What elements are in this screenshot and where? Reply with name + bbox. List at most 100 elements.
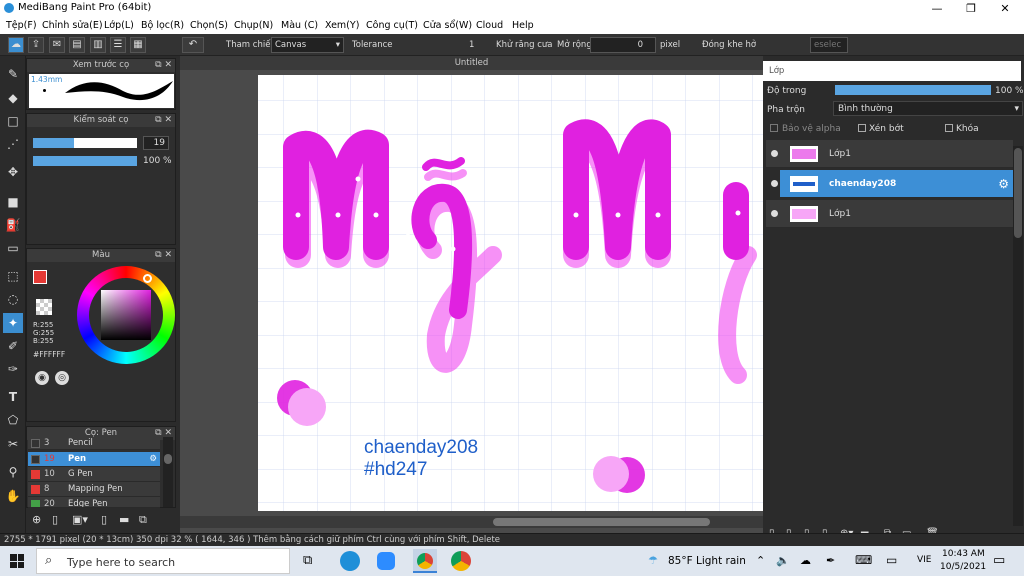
task-view-icon[interactable]: ⧉	[303, 553, 312, 568]
gear-icon[interactable]: ⚙	[149, 452, 157, 467]
add-brush-icon[interactable]: ⊕	[32, 513, 41, 526]
brush-list-scrollbar[interactable]	[163, 437, 173, 507]
menu-select[interactable]: Chọn(S)	[190, 20, 228, 31]
palette-icon[interactable]: ◉	[35, 371, 49, 385]
chevron-up-icon[interactable]: ⌃	[756, 554, 765, 567]
menu-help[interactable]: Help	[512, 20, 534, 31]
size-slider[interactable]	[33, 138, 137, 148]
share-icon[interactable]: ⇪	[28, 37, 44, 53]
search-box[interactable]: ⌕ Type here to search	[36, 548, 290, 574]
transparent-color-swatch[interactable]	[36, 299, 52, 315]
cloud-tray-icon[interactable]: ☁	[800, 554, 811, 567]
brush-item[interactable]: 20 Edge Pen	[28, 497, 160, 508]
eye-icon[interactable]	[771, 180, 778, 187]
fill-rect-tool-icon[interactable]: ■	[3, 192, 23, 212]
pen-tray-icon[interactable]: ✒	[826, 554, 835, 567]
menu-cloud[interactable]: Cloud	[476, 20, 503, 31]
copy-brush-icon[interactable]: ▣▾	[72, 513, 88, 526]
expand-input[interactable]: 0	[590, 37, 656, 53]
windows-start-icon[interactable]	[10, 554, 24, 568]
select-tool-icon[interactable]: ⬚	[3, 266, 23, 286]
layer-opacity-slider[interactable]	[835, 85, 991, 95]
grid-icon[interactable]: ▦	[130, 37, 146, 53]
size-value[interactable]: 19	[143, 136, 169, 150]
language-indicator[interactable]: VIE	[917, 555, 932, 565]
saturation-value-square[interactable]	[101, 290, 151, 340]
keyboard-icon[interactable]: ⌨	[855, 553, 872, 567]
brush-item[interactable]: 8 Mapping Pen	[28, 482, 160, 497]
operation-tool-icon[interactable]: ⬠	[3, 410, 23, 430]
brush-item-selected[interactable]: 19 Pen ⚙	[28, 452, 160, 467]
gear-icon[interactable]: ⚙	[998, 177, 1009, 191]
text-tool-icon[interactable]: T	[3, 387, 23, 407]
undo-icon[interactable]: ↶	[182, 37, 204, 53]
message-icon[interactable]: ▤	[69, 37, 85, 53]
list-icon[interactable]: ☰	[110, 37, 126, 53]
clock-time[interactable]: 10:43 AM	[942, 549, 985, 559]
select-eraser-tool-icon[interactable]: ✑	[3, 359, 23, 379]
clipping-checkbox[interactable]	[858, 124, 866, 132]
display-icon[interactable]: ▭	[886, 553, 897, 567]
clock-date[interactable]: 10/5/2021	[940, 562, 986, 572]
protect-alpha-checkbox[interactable]	[770, 124, 778, 132]
duplicate-icon[interactable]: ⧉	[139, 513, 147, 527]
panel-close-icon[interactable]: ⧉ ✕	[155, 114, 172, 127]
zoom-icon[interactable]	[377, 552, 395, 570]
hand-tool-icon[interactable]: ✋	[3, 486, 23, 506]
notification-icon[interactable]: ▭	[993, 553, 1005, 568]
magic-wand-tool-icon[interactable]: ✦	[3, 313, 23, 333]
hue-wheel[interactable]	[77, 266, 175, 364]
menu-capture[interactable]: Chụp(N)	[234, 20, 273, 31]
minimize-button[interactable]: —	[920, 0, 954, 17]
brush-item[interactable]: 3 Pencil	[28, 437, 160, 450]
rectangle-tool-icon[interactable]: □	[3, 111, 23, 131]
lock-checkbox[interactable]	[945, 124, 953, 132]
select-pen-tool-icon[interactable]: ✐	[3, 336, 23, 356]
gradient-tool-icon[interactable]: ▭	[3, 238, 23, 258]
lasso-tool-icon[interactable]: ◌	[3, 289, 23, 309]
horizontal-scrollbar[interactable]	[180, 516, 763, 528]
menu-color[interactable]: Màu (C)	[281, 20, 318, 31]
menu-window[interactable]: Cửa sổ(W)	[423, 20, 472, 31]
document-icon[interactable]: ▥	[90, 37, 106, 53]
opacity-slider[interactable]	[33, 156, 137, 166]
menu-tools[interactable]: Công cụ(T)	[366, 20, 418, 31]
edge-browser-icon[interactable]	[340, 551, 360, 571]
divide-tool-icon[interactable]: ✂	[3, 434, 23, 454]
eye-icon[interactable]	[771, 210, 778, 217]
layer-scrollbar[interactable]	[1013, 146, 1023, 526]
dot-tool-icon[interactable]: ⋰	[3, 134, 23, 154]
blend-mode-select[interactable]: Bình thường ▾	[833, 101, 1023, 116]
layer-row[interactable]: Lớp1	[766, 140, 1013, 168]
volume-icon[interactable]: 🔈	[776, 554, 790, 567]
layer-row[interactable]: Lớp1	[766, 200, 1013, 228]
brush-item[interactable]: 10 G Pen	[28, 467, 160, 482]
document-tab[interactable]: Untitled	[180, 56, 763, 70]
bucket-tool-icon[interactable]: ⛽	[3, 215, 23, 235]
eye-icon[interactable]	[771, 150, 778, 157]
maximize-button[interactable]: ❐	[954, 0, 988, 17]
hue-handle[interactable]	[143, 274, 152, 283]
eyedropper-tool-icon[interactable]: ⚲	[3, 462, 23, 482]
cloud-icon[interactable]: ☁	[8, 37, 24, 53]
panel-close-icon[interactable]: ⧉ ✕	[155, 59, 172, 72]
new-file-icon[interactable]: ▯	[52, 513, 58, 526]
menu-view[interactable]: Xem(Y)	[325, 20, 359, 31]
foreground-color-swatch[interactable]	[33, 270, 47, 284]
close-button[interactable]: ✕	[988, 0, 1022, 17]
comment-icon[interactable]: ✉	[49, 37, 65, 53]
drawing-canvas[interactable]: chaenday208 #hd247	[258, 75, 763, 511]
layer-row-selected[interactable]: chaenday208 ⚙	[780, 170, 1013, 198]
palette-add-icon[interactable]: ◎	[55, 371, 69, 385]
scrollbar-thumb[interactable]	[493, 518, 710, 526]
menu-layer[interactable]: Lớp(L)	[104, 20, 134, 31]
edit-brush-icon[interactable]: ▯	[101, 513, 107, 526]
menu-file[interactable]: Tệp(F)	[6, 20, 37, 31]
chrome-icon[interactable]	[451, 551, 471, 571]
brush-tool-icon[interactable]: ✎	[3, 64, 23, 84]
reference-select[interactable]: Canvas ▾	[271, 37, 344, 53]
menu-edit[interactable]: Chỉnh sửa(E)	[42, 20, 103, 31]
panel-close-icon[interactable]: ⧉ ✕	[155, 249, 172, 262]
move-tool-icon[interactable]: ✥	[3, 162, 23, 182]
chrome-active-icon[interactable]	[413, 549, 437, 573]
